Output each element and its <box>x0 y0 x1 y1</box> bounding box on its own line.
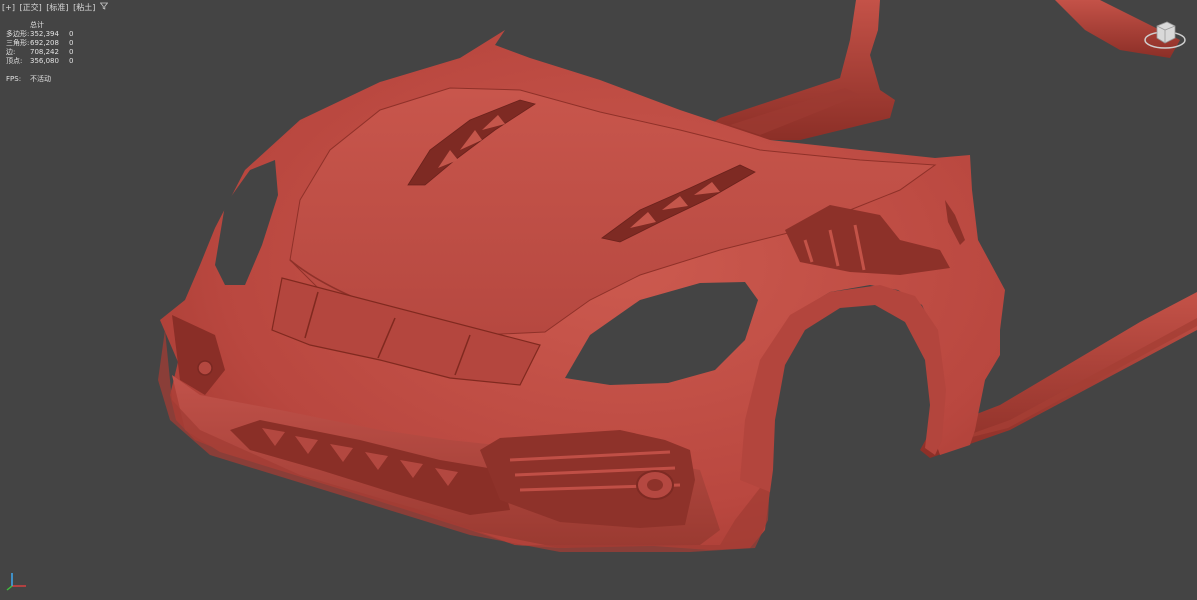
stats-row-fps: FPS: 不活动 <box>6 75 51 83</box>
viewport-projection-menu[interactable]: [正交] <box>20 3 42 12</box>
scene-statistics: 总计 多边形: 352,394 0 三角形: 692,208 0 边: 708,… <box>6 21 77 84</box>
funnel-icon[interactable] <box>99 2 109 12</box>
viewport-display-mode-menu[interactable]: [粘土] <box>73 3 95 12</box>
stats-header: 总计 <box>30 21 44 29</box>
stats-row-edges: 边: 708,242 0 <box>6 48 74 56</box>
stats-row-vertices: 顶点: 356,080 0 <box>6 57 74 65</box>
a-pillar-part <box>706 0 895 140</box>
viewport[interactable]: [+] [正交] [标准] [粘土] 总计 多边形: 352,394 0 三角形… <box>0 0 1197 600</box>
viewport-shading-menu[interactable]: [标准] <box>46 3 68 12</box>
axis-tripod-icon <box>4 570 30 596</box>
viewport-plus-menu[interactable]: [+] <box>2 3 15 12</box>
viewcube-icon[interactable] <box>1141 16 1189 56</box>
stats-row-polygons: 多边形: 352,394 0 <box>6 30 74 38</box>
car-model-scene[interactable] <box>0 0 1197 600</box>
viewport-label-bar: [+] [正交] [标准] [粘土] <box>2 2 110 13</box>
stats-row-triangles: 三角形: 692,208 0 <box>6 39 74 47</box>
